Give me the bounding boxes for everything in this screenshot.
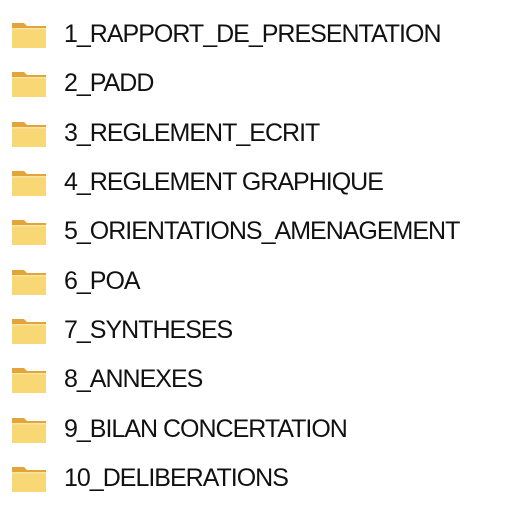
folder-label: 4_REGLEMENT GRAPHIQUE bbox=[64, 168, 384, 197]
folder-item[interactable]: 3_REGLEMENT_ECRIT bbox=[0, 109, 506, 158]
folder-item[interactable]: 5_ORIENTATIONS_AMENAGEMENT bbox=[0, 207, 506, 256]
folder-item[interactable]: 7_SYNTHESES bbox=[0, 306, 506, 355]
folder-item[interactable]: 10_DELIBERATIONS bbox=[0, 454, 506, 503]
folder-icon bbox=[12, 466, 46, 492]
folder-icon bbox=[12, 23, 46, 49]
folder-label: 7_SYNTHESES bbox=[64, 315, 233, 344]
folder-item[interactable]: 1_RAPPORT_DE_PRESENTATION bbox=[0, 10, 506, 59]
folder-label: 1_RAPPORT_DE_PRESENTATION bbox=[64, 20, 442, 49]
folder-icon bbox=[12, 72, 46, 98]
folder-item[interactable]: 2_PADD bbox=[0, 59, 506, 108]
folder-item[interactable]: 9_BILAN CONCERTATION bbox=[0, 404, 506, 453]
folder-label: 6_POA bbox=[64, 266, 141, 295]
folder-item[interactable]: 6_POA bbox=[0, 256, 506, 305]
folder-icon bbox=[12, 368, 46, 394]
folder-label: 9_BILAN CONCERTATION bbox=[64, 414, 348, 443]
folder-label: 3_REGLEMENT_ECRIT bbox=[64, 118, 320, 147]
folder-icon bbox=[12, 318, 46, 344]
folder-icon bbox=[12, 171, 46, 197]
folder-icon bbox=[12, 269, 46, 295]
folder-label: 10_DELIBERATIONS bbox=[64, 463, 289, 492]
folder-label: 5_ORIENTATIONS_AMENAGEMENT bbox=[64, 217, 460, 246]
folder-label: 2_PADD bbox=[64, 69, 154, 98]
folder-item[interactable]: 4_REGLEMENT GRAPHIQUE bbox=[0, 158, 506, 207]
folder-item[interactable]: 8_ANNEXES bbox=[0, 355, 506, 404]
folder-icon bbox=[12, 220, 46, 246]
folder-icon bbox=[12, 417, 46, 443]
folder-icon bbox=[12, 121, 46, 147]
folder-label: 8_ANNEXES bbox=[64, 365, 203, 394]
folder-list: 1_RAPPORT_DE_PRESENTATION 2_PADD 3_REGLE… bbox=[0, 10, 506, 503]
